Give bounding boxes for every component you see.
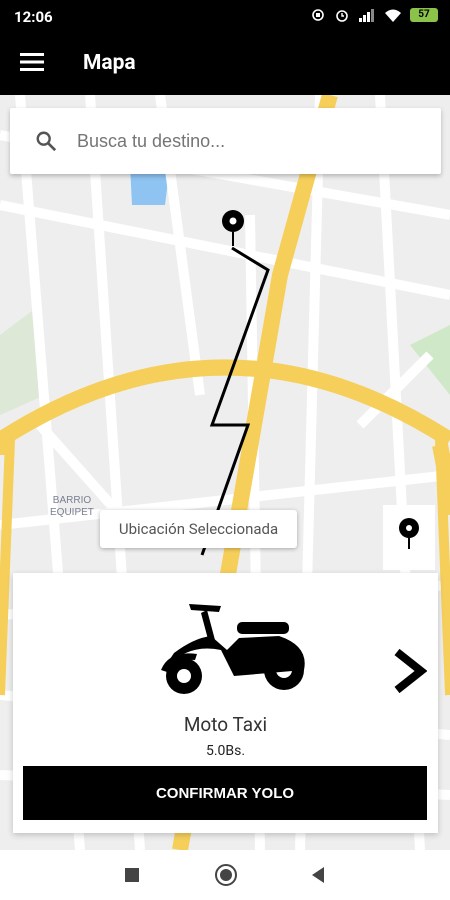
rotation-lock-icon [312,9,324,21]
vehicle-price: 5.0Bs. [205,743,246,759]
vehicle-name: Moto Taxi [183,713,268,736]
district-label-line1: BARRIO [52,495,92,506]
search-input[interactable] [75,129,409,153]
scooter-icon [161,604,305,694]
status-bar: 12:06 57 [0,0,450,33]
battery-level: 57 [418,9,430,20]
search-icon [36,131,57,152]
recent-apps-icon[interactable] [124,867,140,883]
vehicle-selector-card: Moto Taxi 5.0Bs. CONFIRMAR YOLO [13,573,438,833]
back-icon[interactable] [310,866,326,884]
district-label-line2: EQUIPET [50,507,94,518]
destination-pin-icon[interactable] [220,208,246,248]
hamburger-menu-icon[interactable] [20,53,44,71]
navigation-bar [0,850,450,900]
search-bar[interactable] [10,108,441,174]
next-vehicle-arrow-icon[interactable] [393,648,427,694]
signal-icon [359,9,374,22]
status-time: 12:06 [14,8,53,26]
home-icon[interactable] [214,863,238,887]
status-icons: 57 [310,7,438,23]
confirm-button[interactable]: CONFIRMAR YOLO [23,766,427,820]
wifi-icon [385,9,401,22]
app-bar: Mapa [0,33,450,95]
page-title: Mapa [83,51,136,75]
battery-icon: 57 [410,8,438,22]
selected-location-tooltip: Ubicación Seleccionada [100,510,297,548]
tooltip-text: Ubicación Seleccionada [118,520,279,538]
my-location-button[interactable] [383,505,435,570]
alarm-icon [336,10,348,22]
location-pin-icon [399,518,419,549]
district-label: BARRIO EQUIPET [50,495,94,519]
